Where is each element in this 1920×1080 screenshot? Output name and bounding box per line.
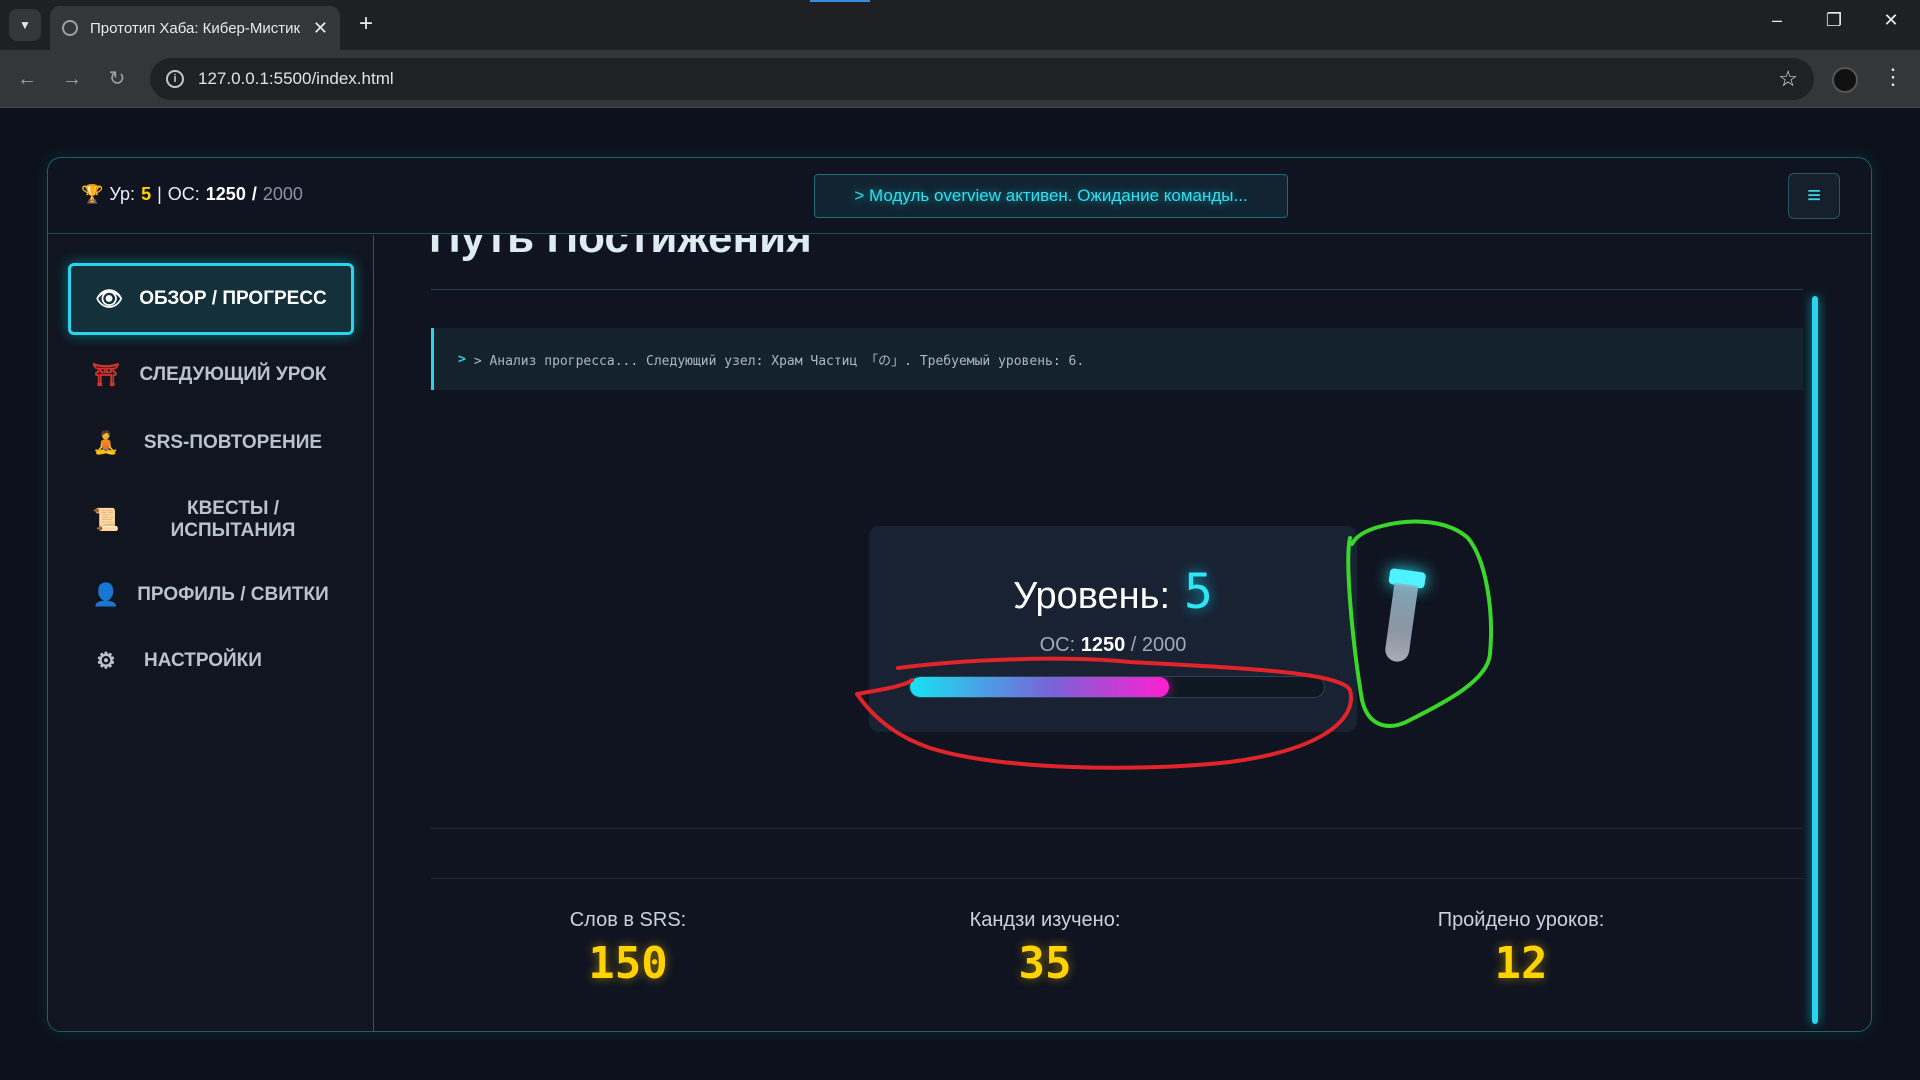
glowing-vial-icon bbox=[1381, 567, 1427, 664]
xp-current: 1250 bbox=[205, 184, 246, 204]
minimize-button[interactable]: – bbox=[1762, 10, 1792, 31]
xp-line: ОС: 1250 / 2000 bbox=[869, 634, 1357, 657]
reload-button[interactable]: ↻ bbox=[103, 65, 131, 93]
gear-icon: ⚙ bbox=[96, 648, 116, 673]
xp-max: 2000 bbox=[262, 184, 303, 204]
stat-label: Кандзи изучено: bbox=[969, 909, 1121, 931]
stat-value: 35 bbox=[1018, 938, 1072, 989]
restore-button[interactable]: ❐ bbox=[1819, 10, 1849, 31]
section-divider bbox=[431, 878, 1803, 879]
chevron-down-icon: ▼ bbox=[19, 18, 31, 32]
menu-button[interactable]: ≡ bbox=[1788, 173, 1840, 219]
os-label: ОС: bbox=[1039, 634, 1076, 656]
vial-body bbox=[1383, 582, 1419, 664]
level-label: Ур: bbox=[109, 184, 136, 204]
sidebar-item-settings[interactable]: ⚙ НАСТРОЙКИ bbox=[68, 633, 354, 689]
bottom-strip bbox=[0, 1066, 1920, 1080]
address-bar[interactable]: i 127.0.0.1:5500/index.html ☆ bbox=[150, 58, 1814, 100]
stat-value: 12 bbox=[1494, 938, 1548, 989]
os-separator: / bbox=[1130, 634, 1137, 656]
progress-log: > > Анализ прогресса... Следующий узел: … bbox=[431, 328, 1803, 390]
xp-label: ОС: bbox=[167, 184, 200, 204]
tab-title: Прототип Хаба: Кибер-Мистик bbox=[90, 19, 301, 37]
divider: | bbox=[157, 184, 162, 204]
scroll-icon: 📜 bbox=[92, 507, 120, 532]
title-divider bbox=[431, 289, 1803, 290]
sidebar-item-next-lesson[interactable]: ⛩ СЛЕДУЮЩИЙ УРОК bbox=[68, 347, 354, 403]
sidebar: 👁 ОБЗОР / ПРОГРЕСС ⛩ СЛЕДУЮЩИЙ УРОК 🧘 SR… bbox=[48, 235, 374, 1031]
site-info-icon[interactable]: i bbox=[166, 70, 184, 88]
stat-kanji: Кандзи изучено: 35 bbox=[915, 909, 1175, 989]
bookmark-star-icon[interactable]: ☆ bbox=[1778, 66, 1798, 92]
eye-icon: 👁 bbox=[95, 286, 123, 311]
sidebar-item-quests[interactable]: 📜 КВЕСТЫ / ИСПЫТАНИЯ bbox=[68, 485, 354, 555]
sidebar-item-label: КВЕСТЫ / ИСПЫТАНИЯ bbox=[170, 498, 296, 541]
page-title: Путь Постижения bbox=[429, 235, 812, 262]
browser-tab-bar: ▼ Прототип Хаба: Кибер-Мистик ✕ + – ❐ ✕ bbox=[0, 0, 1920, 50]
section-divider bbox=[431, 828, 1803, 829]
stat-value: 150 bbox=[588, 938, 668, 989]
forward-button[interactable]: → bbox=[58, 65, 86, 93]
sidebar-item-label: СЛЕДУЮЩИЙ УРОК bbox=[139, 364, 327, 385]
xp-progress-bar bbox=[909, 676, 1325, 698]
level-heading: Уровень: 5 bbox=[869, 564, 1357, 620]
level-card: Уровень: 5 ОС: 1250 / 2000 bbox=[869, 526, 1357, 732]
meditation-icon: 🧘 bbox=[92, 430, 120, 455]
sidebar-item-label: ПРОФИЛЬ / СВИТКИ bbox=[137, 584, 329, 605]
tab-strip-indicator bbox=[810, 0, 870, 2]
close-window-button[interactable]: ✕ bbox=[1876, 10, 1906, 31]
os-max: 2000 bbox=[1141, 634, 1187, 656]
close-tab-icon[interactable]: ✕ bbox=[313, 18, 328, 39]
stat-srs-words: Слов в SRS: 150 bbox=[498, 909, 758, 989]
level-card-label: Уровень: bbox=[1013, 575, 1171, 617]
stat-lessons: Пройдено уроков: 12 bbox=[1391, 909, 1651, 989]
hamburger-icon: ≡ bbox=[1806, 182, 1821, 209]
os-current: 1250 bbox=[1080, 634, 1126, 656]
new-tab-button[interactable]: + bbox=[352, 10, 380, 38]
xp-separator: / bbox=[251, 184, 257, 204]
main-scrollbar[interactable] bbox=[1812, 296, 1818, 1024]
browser-toolbar: ← → ↻ i 127.0.0.1:5500/index.html ☆ ⋮ bbox=[0, 50, 1920, 108]
stat-label: Пройдено уроков: bbox=[1437, 909, 1605, 931]
sidebar-item-label: SRS-ПОВТОРЕНИЕ bbox=[143, 432, 323, 453]
profile-avatar[interactable] bbox=[1832, 67, 1858, 93]
sidebar-item-label: ОБЗОР / ПРОГРЕСС bbox=[139, 288, 327, 309]
browser-menu-icon[interactable]: ⋮ bbox=[1882, 64, 1904, 90]
browser-tab[interactable]: Прототип Хаба: Кибер-Мистик ✕ bbox=[50, 6, 340, 50]
sidebar-item-label: НАСТРОЙКИ bbox=[144, 650, 262, 671]
app-header: 🏆 Ур: 5 | ОС: 1250 / 2000 > Модуль overv… bbox=[48, 158, 1871, 234]
torii-gate-icon: ⛩ bbox=[92, 362, 120, 387]
trophy-icon: 🏆 bbox=[81, 184, 104, 204]
level-value: 5 bbox=[141, 184, 152, 204]
globe-icon bbox=[62, 20, 78, 36]
xp-progress-fill bbox=[910, 677, 1169, 697]
back-button[interactable]: ← bbox=[13, 65, 41, 93]
console-status: > Модуль overview активен. Ожидание кома… bbox=[814, 174, 1288, 218]
main-content: Путь Постижения > > Анализ прогресса... … bbox=[375, 235, 1871, 1031]
sidebar-item-overview[interactable]: 👁 ОБЗОР / ПРОГРЕСС bbox=[68, 263, 354, 335]
header-stats: 🏆 Ур: 5 | ОС: 1250 / 2000 bbox=[81, 184, 303, 205]
tab-search-button[interactable]: ▼ bbox=[9, 9, 41, 41]
level-card-value: 5 bbox=[1184, 564, 1213, 620]
log-text: > Анализ прогресса... Следующий узел: Хр… bbox=[473, 353, 1085, 369]
url-text[interactable]: 127.0.0.1:5500/index.html bbox=[198, 69, 1778, 89]
sidebar-item-profile[interactable]: 👤 ПРОФИЛЬ / СВИТКИ bbox=[68, 567, 354, 623]
chevron-right-icon: > bbox=[458, 351, 466, 367]
sidebar-item-srs[interactable]: 🧘 SRS-ПОВТОРЕНИЕ bbox=[68, 415, 354, 471]
stat-label: Слов в SRS: bbox=[569, 909, 687, 931]
app-window: 🏆 Ур: 5 | ОС: 1250 / 2000 > Модуль overv… bbox=[47, 157, 1872, 1032]
ninja-icon: 👤 bbox=[92, 582, 120, 607]
